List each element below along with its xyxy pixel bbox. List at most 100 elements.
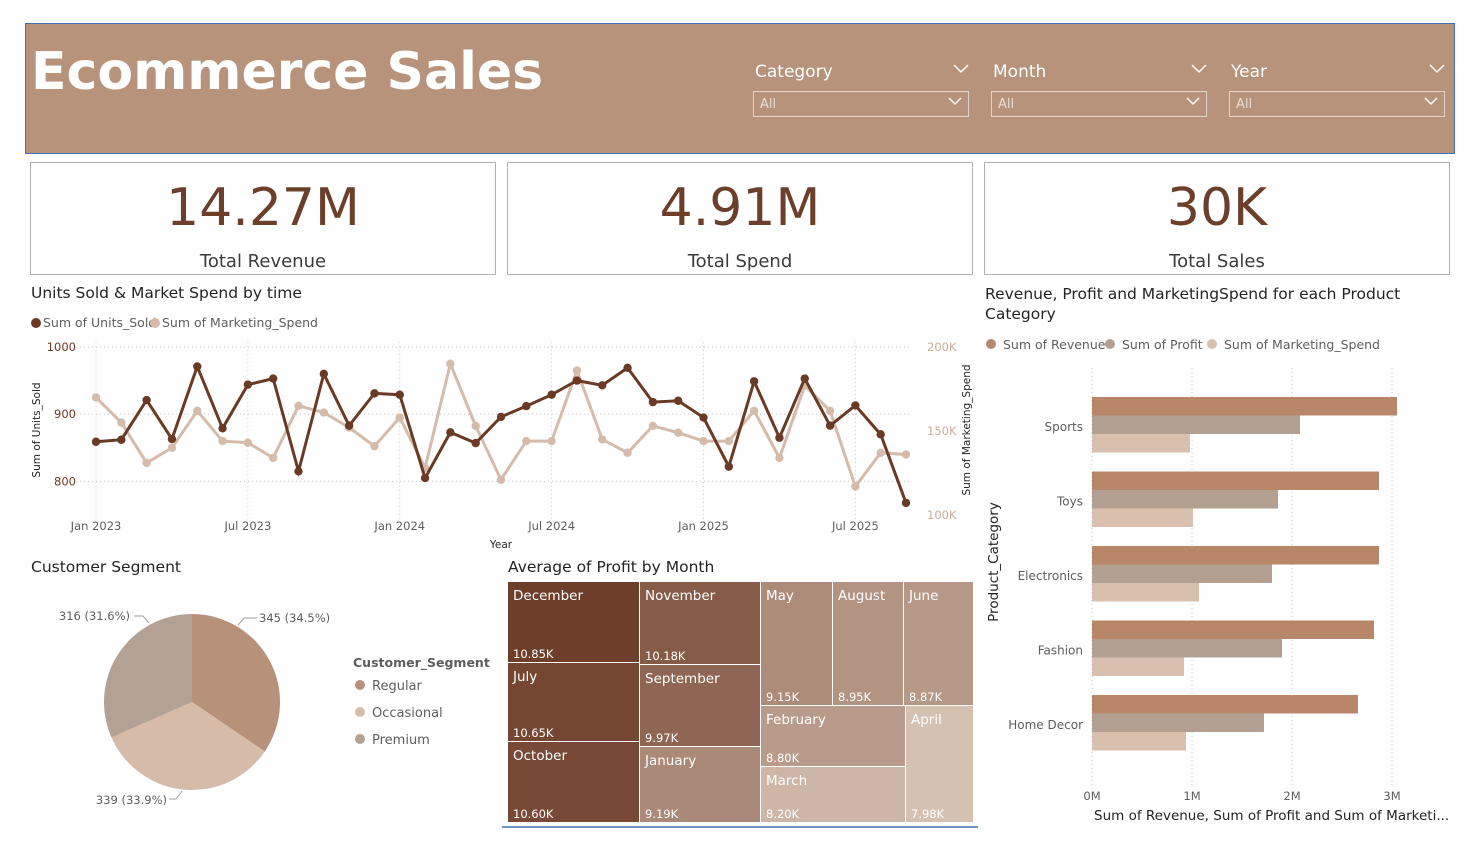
units-sold-point (623, 363, 632, 373)
legend-marker (1207, 339, 1217, 349)
bar-electronics-revenue (1092, 546, 1379, 565)
bar-fashion-profit (1092, 639, 1282, 658)
treemap-cell-value: 8.20K (766, 807, 800, 821)
category-label: Toys (1056, 495, 1083, 509)
category-dropdown[interactable]: All (753, 91, 969, 117)
marketing-spend-point (699, 436, 708, 446)
x-axis-label: Year (489, 539, 513, 551)
bar-toys-marketing (1092, 508, 1193, 527)
treemap-cell-label: December (513, 588, 583, 604)
legend-marker (1105, 339, 1115, 349)
y2-tick-label: 100K (927, 508, 957, 522)
y2-tick-label: 150K (927, 424, 957, 438)
units-sold-point (167, 434, 177, 444)
pie-legend-item: Occasional (372, 706, 443, 721)
chevron-down-icon[interactable] (953, 64, 969, 74)
units-sold-point (471, 438, 480, 448)
legend-marker (355, 680, 365, 690)
legend-units-sold[interactable]: Sum of Units_Sold (43, 315, 156, 330)
units-sold-point (673, 396, 683, 405)
marketing-spend-point (446, 359, 455, 368)
treemap-cell-value: 10.65K (513, 726, 554, 740)
units-sold-point (775, 433, 784, 442)
kpi-label: Total Revenue (199, 251, 327, 272)
units-sold-point (851, 401, 860, 410)
units-sold-point (522, 401, 531, 411)
bar-home-decor-profit (1092, 713, 1264, 732)
pie-data-label: 316 (31.6%) (59, 609, 130, 623)
x-axis-label: Sum of Revenue, Sum of Profit and Sum of… (1094, 808, 1449, 824)
bar-toys-profit (1092, 490, 1278, 509)
pie-data-label: 339 (33.9%) (96, 793, 167, 807)
marketing-spend-point (623, 448, 632, 458)
chevron-down-icon[interactable] (948, 97, 962, 106)
treemap-cell-value: 8.87K (909, 690, 943, 704)
units-sold-point (648, 397, 658, 407)
units-sold-point (91, 437, 101, 446)
units-sold-point (749, 377, 759, 386)
treemap-cell-label: February (766, 712, 826, 728)
month-dropdown-value: All (998, 97, 1015, 112)
y-axis-label: Product_Category (986, 502, 1002, 622)
marketing-spend-point (319, 408, 329, 417)
marketing-spend-point (547, 436, 556, 446)
kpi-value: 14.27M (166, 178, 360, 238)
legend-marker (355, 707, 365, 717)
marketing-spend-point (825, 406, 835, 416)
units-sold-point (294, 467, 303, 476)
line-chart-title: Units Sold & Market Spend by time (31, 284, 302, 302)
year-dropdown[interactable]: All (1229, 91, 1445, 117)
kpi-card-sales: 30K Total Sales (984, 162, 1450, 275)
x-tick-label: Jan 2023 (70, 519, 122, 533)
marketing-spend-point (243, 438, 253, 447)
units-sold-point (598, 381, 607, 390)
legend-marker-units (31, 318, 41, 328)
treemap-cell-value: 10.60K (513, 807, 554, 821)
pie-legend-title: Customer_Segment (353, 655, 490, 671)
treemap-cell-label: June (908, 588, 938, 604)
year-slicer-label: Year (1231, 62, 1267, 82)
marketing-spend-point (370, 441, 379, 451)
bar-legend-item: Sum of Revenue (1003, 337, 1106, 352)
category-label: Sports (1045, 420, 1083, 434)
pie-chart[interactable]: 345 (34.5%) 339 (33.9%) 316 (31.6%) Custome… (30, 585, 500, 825)
marketing-spend-point (749, 406, 759, 416)
marketing-spend-point (673, 428, 683, 437)
units-sold-point (420, 473, 430, 483)
legend-marker-marketing (150, 318, 160, 328)
units-sold-point (117, 435, 126, 444)
bar-toys-revenue (1092, 471, 1379, 490)
kpi-card-revenue: 14.27M Total Revenue (30, 162, 496, 275)
bar-home-decor-marketing (1092, 732, 1186, 751)
bar-legend-item: Sum of Marketing_Spend (1224, 337, 1380, 352)
bar-fashion-marketing (1092, 657, 1184, 676)
treemap-cell-value: 8.95K (838, 690, 872, 704)
marketing-spend-point (218, 436, 227, 446)
chevron-down-icon[interactable] (1429, 64, 1445, 74)
y2-tick-label: 200K (927, 340, 957, 354)
month-dropdown[interactable]: All (991, 91, 1207, 117)
leader-line (169, 790, 183, 800)
treemap-cell-value: 7.98K (911, 807, 945, 821)
treemap-cell-value: 10.85K (513, 647, 554, 661)
legend-marketing-spend[interactable]: Sum of Marketing_Spend (162, 315, 318, 330)
bar-fashion-revenue (1092, 620, 1374, 639)
marketing-spend-point (142, 458, 151, 468)
category-slicer-label: Category (755, 62, 833, 82)
chevron-down-icon[interactable] (1186, 97, 1200, 106)
bar-chart[interactable]: Sum of Revenue Sum of Profit Sum of Market… (980, 330, 1480, 830)
units-sold-point (218, 424, 227, 433)
treemap-chart[interactable]: December 10.85K November 10.18K July 10.65K Se… (502, 580, 980, 830)
marketing-spend-point (522, 436, 531, 446)
units-sold-point (825, 421, 835, 430)
chevron-down-icon[interactable] (1191, 64, 1207, 74)
marketing-spend-point (648, 421, 658, 431)
line-chart[interactable]: 1000 900 800 200K 150K 100K Jan 2023 Jul 2023 Ja… (0, 330, 990, 555)
marketing-spend-point (598, 435, 607, 444)
chevron-down-icon[interactable] (1424, 97, 1438, 106)
units-sold-point (142, 395, 151, 405)
units-sold-point (901, 498, 911, 508)
x-tick-label: 3M (1383, 789, 1400, 803)
units-sold-point (876, 430, 885, 439)
x-tick-label: Jul 2024 (527, 519, 575, 533)
